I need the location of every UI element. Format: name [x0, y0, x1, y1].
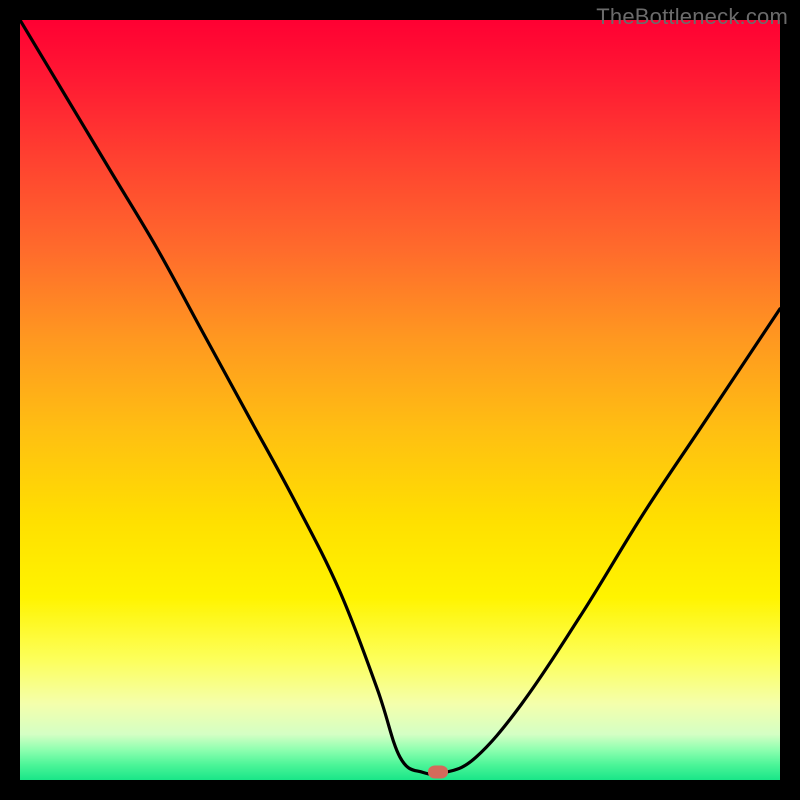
plot-area — [20, 20, 780, 780]
watermark-text: TheBottleneck.com — [596, 4, 788, 30]
chart-frame: TheBottleneck.com — [0, 0, 800, 800]
bottleneck-curve — [20, 20, 780, 780]
bottleneck-marker — [428, 766, 448, 779]
